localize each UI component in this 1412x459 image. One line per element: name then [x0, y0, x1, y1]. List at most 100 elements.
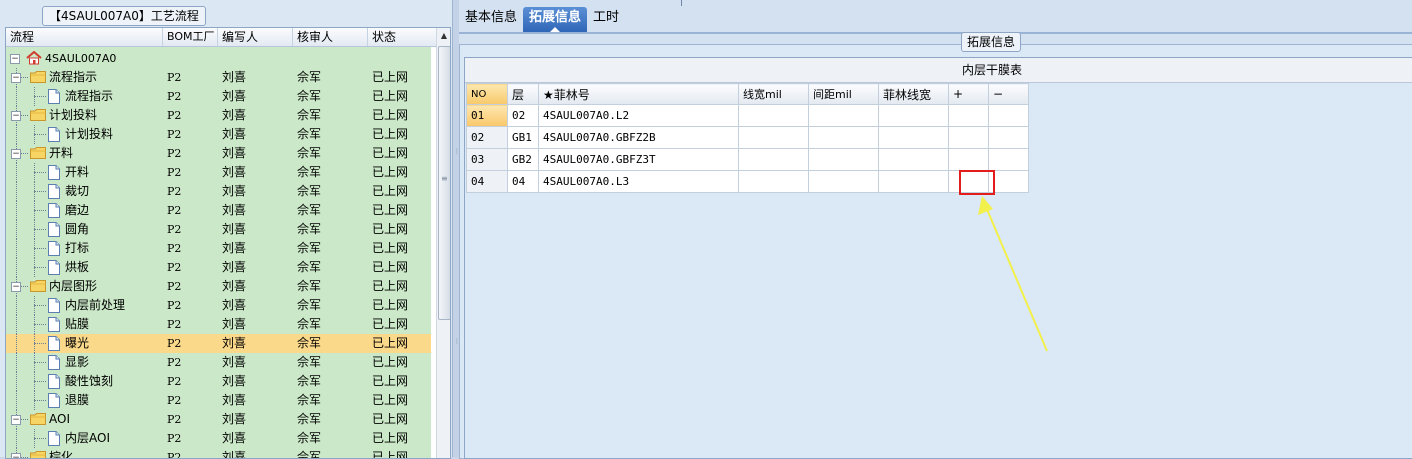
tree-node[interactable]: 烘板	[6, 258, 163, 277]
tree-row[interactable]: − 流程指示 P2 刘喜 佘军 已上网	[6, 68, 431, 87]
tree-node[interactable]: 内层AOI	[6, 429, 163, 448]
layer-cell[interactable]: GB1	[507, 126, 539, 149]
tree-row[interactable]: 内层AOI P2 刘喜 佘军 已上网	[6, 429, 431, 448]
tree-row[interactable]: 显影 P2 刘喜 佘军 已上网	[6, 353, 431, 372]
table-row[interactable]: 02 GB1 4SAUL007A0.GBFZ2B	[466, 126, 1029, 149]
tree-node[interactable]: 曝光	[6, 334, 163, 353]
add-cell[interactable]	[948, 126, 989, 149]
tree-row[interactable]: 流程指示 P2 刘喜 佘军 已上网	[6, 87, 431, 106]
add-row-button[interactable]: +	[948, 83, 989, 105]
scrollbar-thumb[interactable]: ≡	[438, 46, 450, 320]
spacing-cell[interactable]	[808, 170, 879, 193]
tree-node[interactable]: 计划投料	[6, 125, 163, 144]
tree-node[interactable]: 流程指示	[6, 87, 163, 106]
collapse-toggle-icon[interactable]: −	[11, 453, 21, 458]
row-number-cell[interactable]: 03	[466, 148, 508, 171]
collapse-toggle-icon[interactable]: −	[11, 415, 21, 425]
remove-cell[interactable]	[988, 126, 1029, 149]
tree-node[interactable]: 开料	[6, 163, 163, 182]
scroll-up-icon[interactable]: ▲	[437, 28, 450, 44]
tree-row[interactable]: 烘板 P2 刘喜 佘军 已上网	[6, 258, 431, 277]
column-header-flow[interactable]: 流程	[6, 28, 163, 46]
tree-node[interactable]: − AOI	[6, 410, 163, 429]
column-header-status[interactable]: 状态	[368, 28, 436, 46]
film-line-width-cell[interactable]	[878, 170, 949, 193]
layer-cell[interactable]: 04	[507, 170, 539, 193]
table-row[interactable]: 03 GB2 4SAUL007A0.GBFZ3T	[466, 148, 1029, 171]
tree-row[interactable]: 退膜 P2 刘喜 佘军 已上网	[6, 391, 431, 410]
tree-node[interactable]: 磨边	[6, 201, 163, 220]
tree-node[interactable]: 打标	[6, 239, 163, 258]
tree-row[interactable]: − AOI P2 刘喜 佘军 已上网	[6, 410, 431, 429]
tree-node[interactable]: − 流程指示	[6, 68, 163, 87]
row-number-cell[interactable]: 01	[466, 104, 508, 127]
tree-row[interactable]: 贴膜 P2 刘喜 佘军 已上网	[6, 315, 431, 334]
remove-row-button[interactable]: −	[988, 83, 1029, 105]
line-width-cell[interactable]	[738, 148, 809, 171]
tree-node[interactable]: 圆角	[6, 220, 163, 239]
tree-row[interactable]: 曝光 P2 刘喜 佘军 已上网	[6, 334, 431, 353]
tree-node[interactable]: − 开料	[6, 144, 163, 163]
tree-node[interactable]: − 计划投料	[6, 106, 163, 125]
spacing-cell[interactable]	[808, 104, 879, 127]
tree-node[interactable]: 裁切	[6, 182, 163, 201]
tree-row[interactable]: − 内层图形 P2 刘喜 佘军 已上网	[6, 277, 431, 296]
table-row[interactable]: 01 02 4SAUL007A0.L2	[466, 104, 1029, 127]
tree-node[interactable]: 贴膜	[6, 315, 163, 334]
column-header-spacing[interactable]: 间距mil	[808, 83, 879, 105]
collapse-toggle-icon[interactable]: −	[11, 149, 21, 159]
column-header-writer[interactable]: 编写人	[218, 28, 293, 46]
layer-cell[interactable]: GB2	[507, 148, 539, 171]
tree-node[interactable]: 显影	[6, 353, 163, 372]
column-header-reviewer[interactable]: 核审人	[293, 28, 368, 46]
column-header-film-line-width[interactable]: 菲林线宽	[878, 83, 949, 105]
layer-cell[interactable]: 02	[507, 104, 539, 127]
remove-cell[interactable]	[988, 148, 1029, 171]
film-number-cell[interactable]: 4SAUL007A0.GBFZ3T	[538, 148, 739, 171]
film-number-cell[interactable]: 4SAUL007A0.L2	[538, 104, 739, 127]
collapse-toggle-icon[interactable]: −	[11, 73, 21, 83]
film-line-width-cell[interactable]	[878, 148, 949, 171]
tree-node[interactable]: 内层前处理	[6, 296, 163, 315]
tree-row[interactable]: − 开料 P2 刘喜 佘军 已上网	[6, 144, 431, 163]
tree-node[interactable]: 酸性蚀刻	[6, 372, 163, 391]
tree-row[interactable]: 酸性蚀刻 P2 刘喜 佘军 已上网	[6, 372, 431, 391]
tree-node[interactable]: − 内层图形	[6, 277, 163, 296]
tree-row[interactable]: 开料 P2 刘喜 佘军 已上网	[6, 163, 431, 182]
tree-node[interactable]: − 4SAUL007A0	[6, 49, 163, 68]
column-header-film-number[interactable]: ★菲林号	[538, 83, 739, 105]
spacing-cell[interactable]	[808, 148, 879, 171]
row-number-cell[interactable]: 02	[466, 126, 508, 149]
add-cell[interactable]	[948, 104, 989, 127]
film-line-width-cell[interactable]	[878, 104, 949, 127]
line-width-cell[interactable]	[738, 170, 809, 193]
column-header-line-width[interactable]: 线宽mil	[738, 83, 809, 105]
collapse-toggle-icon[interactable]: −	[11, 282, 21, 292]
tree-row[interactable]: 磨边 P2 刘喜 佘军 已上网	[6, 201, 431, 220]
film-line-width-cell[interactable]	[878, 126, 949, 149]
tree-row[interactable]: − 4SAUL007A0	[6, 49, 431, 68]
collapse-toggle-icon[interactable]: −	[10, 54, 20, 64]
tree-row[interactable]: 打标 P2 刘喜 佘军 已上网	[6, 239, 431, 258]
film-number-cell[interactable]: 4SAUL007A0.L3	[538, 170, 739, 193]
tab-work-hours[interactable]: 工时	[587, 7, 625, 32]
tree-vertical-scrollbar[interactable]: ▲ ≡	[436, 28, 450, 458]
film-number-cell[interactable]: 4SAUL007A0.GBFZ2B	[538, 126, 739, 149]
tree-row[interactable]: 内层前处理 P2 刘喜 佘军 已上网	[6, 296, 431, 315]
column-header-no[interactable]: NO	[466, 83, 508, 105]
spacing-cell[interactable]	[808, 126, 879, 149]
table-row[interactable]: 04 04 4SAUL007A0.L3	[466, 170, 1029, 193]
line-width-cell[interactable]	[738, 126, 809, 149]
line-width-cell[interactable]	[738, 104, 809, 127]
column-header-layer[interactable]: 层	[507, 83, 539, 105]
tree-row[interactable]: 圆角 P2 刘喜 佘军 已上网	[6, 220, 431, 239]
add-cell[interactable]	[948, 148, 989, 171]
tree-row[interactable]: 裁切 P2 刘喜 佘军 已上网	[6, 182, 431, 201]
remove-cell[interactable]	[988, 104, 1029, 127]
tree-row[interactable]: − 计划投料 P2 刘喜 佘军 已上网	[6, 106, 431, 125]
row-number-cell[interactable]: 04	[466, 170, 508, 193]
tree-row[interactable]: 计划投料 P2 刘喜 佘军 已上网	[6, 125, 431, 144]
column-header-bom-factory[interactable]: BOM工厂	[163, 28, 218, 46]
tab-basic-info[interactable]: 基本信息	[459, 7, 523, 32]
collapse-toggle-icon[interactable]: −	[11, 111, 21, 121]
